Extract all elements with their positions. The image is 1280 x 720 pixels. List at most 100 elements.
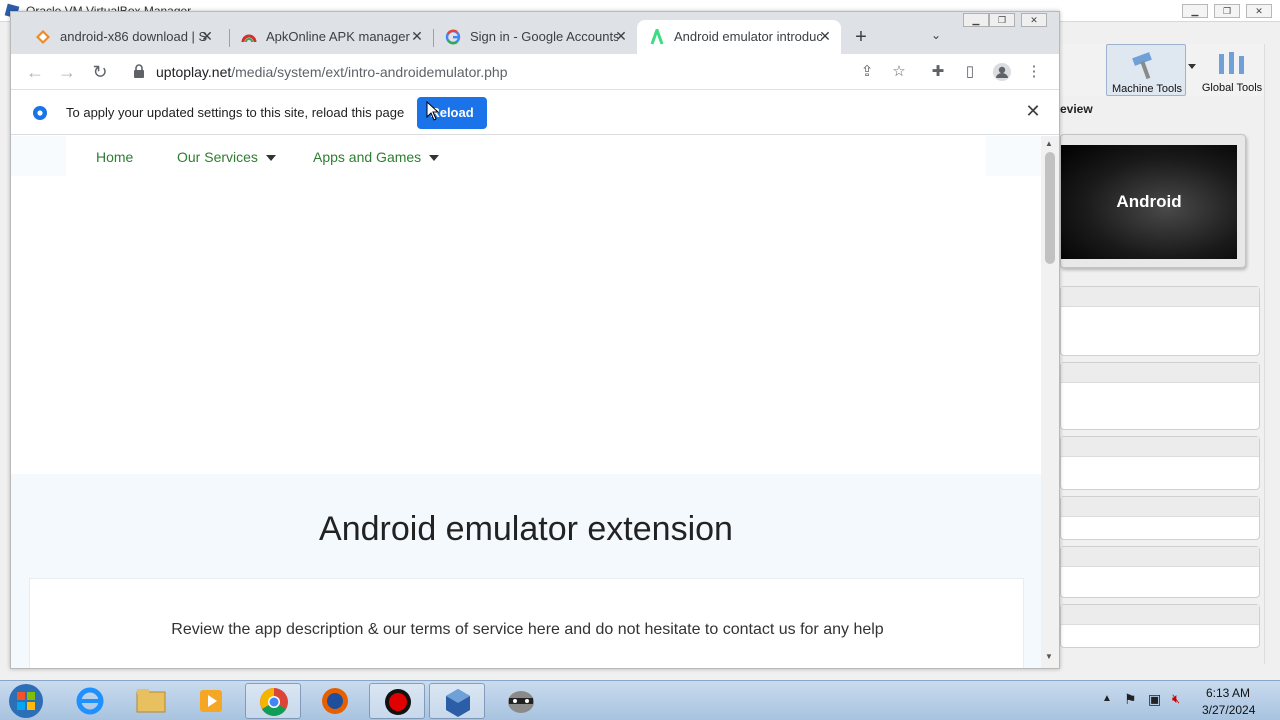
firefox-icon — [322, 688, 348, 714]
virtualbox-taskbar-button[interactable] — [429, 683, 485, 719]
machine-tools-button[interactable]: Machine Tools — [1106, 44, 1186, 96]
tab-search-chevron-icon[interactable]: ⌄ — [931, 28, 941, 42]
media-player-taskbar-button[interactable] — [183, 683, 239, 719]
tab-close-icon[interactable]: ✕ — [817, 28, 833, 45]
scroll-up-icon[interactable]: ▲ — [1045, 139, 1053, 148]
back-arrow-icon[interactable]: ← — [23, 60, 47, 84]
share-icon[interactable]: ⇪ — [857, 62, 877, 82]
side-panel-icon[interactable]: ▯ — [960, 62, 980, 82]
browser-tab[interactable]: android-x86 download | So ✕ — [23, 20, 223, 54]
tab-close-icon[interactable]: ✕ — [613, 28, 629, 45]
android-icon — [650, 29, 664, 45]
review-box: Review the app description & our terms o… — [29, 578, 1024, 668]
tab-title: Android emulator introduc — [674, 29, 822, 44]
vbox-detail-panel — [1060, 436, 1260, 490]
nav-link-our-services[interactable]: Our Services — [177, 149, 276, 165]
vbox-maximize-button[interactable]: ❐ — [1214, 4, 1240, 18]
profile-avatar-icon[interactable] — [992, 62, 1012, 82]
address-bar[interactable]: uptoplay.net/media/system/ext/intro-andr… — [123, 58, 906, 86]
infobar-message: To apply your updated settings to this s… — [66, 105, 405, 120]
record-icon — [385, 689, 411, 715]
nav-link-apps-and-games[interactable]: Apps and Games — [313, 149, 440, 165]
raccoon-app-taskbar-button[interactable] — [493, 683, 549, 719]
vbox-scrollbar[interactable] — [1264, 44, 1280, 664]
nav-link-label: Our Services — [177, 149, 258, 165]
vbox-close-button[interactable]: ✕ — [1246, 4, 1272, 18]
nav-link-home[interactable]: Home — [96, 149, 133, 165]
windows-logo-icon — [9, 684, 43, 718]
extensions-puzzle-icon[interactable]: ✚ — [928, 62, 948, 82]
scroll-down-icon[interactable]: ▼ — [1045, 652, 1053, 661]
infobar-close-icon[interactable]: ✕ — [1023, 101, 1043, 122]
bookmark-star-icon[interactable]: ☆ — [889, 62, 909, 82]
screen-recorder-taskbar-button[interactable] — [369, 683, 425, 719]
scrollbar-thumb[interactable] — [1045, 152, 1055, 264]
machine-tools-label: Machine Tools — [1111, 83, 1183, 95]
internet-explorer-taskbar-button[interactable] — [62, 683, 118, 719]
vbox-minimize-button[interactable]: ▁ — [1182, 4, 1208, 18]
virtualbox-icon — [446, 689, 470, 717]
site-navbar: Home Our Services Apps and Games — [11, 136, 1041, 176]
lock-icon — [134, 64, 144, 78]
page-title: Android emulator extension — [319, 510, 733, 548]
hammer-icon — [1132, 52, 1152, 80]
vbox-detail-panel — [1060, 546, 1260, 598]
site-navbar-inner: Home Our Services Apps and Games — [66, 136, 986, 176]
nav-link-label: Home — [96, 149, 134, 165]
dropdown-caret-icon — [429, 155, 440, 162]
page-scrollbar[interactable]: ▲ ▼ — [1041, 136, 1059, 668]
url-path: /media/system/ext/intro-androidemulator.… — [231, 64, 508, 80]
sourceforge-icon — [36, 30, 50, 44]
browser-toolbar: ← → ↻ uptoplay.net/media/system/ext/intr… — [11, 54, 1059, 90]
action-center-flag-icon[interactable]: ⚑ — [1124, 691, 1137, 708]
tray-expand-icon[interactable]: ▲ — [1102, 693, 1112, 704]
browser-tab-active[interactable]: Android emulator introduc ✕ — [637, 20, 841, 54]
mouse-cursor-icon — [426, 101, 440, 121]
chrome-minimize-button[interactable]: ▁ — [963, 13, 989, 27]
browser-tab[interactable]: ApkOnline APK manager fo ✕ — [229, 20, 433, 54]
network-icon[interactable]: ▣ — [1148, 691, 1161, 708]
vbox-detail-panel — [1060, 604, 1260, 648]
tab-close-icon[interactable]: ✕ — [199, 28, 215, 45]
browser-tab[interactable]: Sign in - Google Accounts ✕ — [433, 20, 637, 54]
tab-strip: ▁ ❐ ✕ android-x86 download | So ✕ ApkOnl… — [11, 12, 1059, 54]
folder-icon — [136, 689, 166, 713]
chrome-menu-icon[interactable]: ⋮ — [1024, 62, 1044, 82]
clock-date[interactable]: 3/27/2024 — [1202, 703, 1255, 717]
global-tools-button[interactable]: Global Tools — [1200, 44, 1264, 96]
panel-header — [1061, 363, 1259, 383]
volume-muted-icon[interactable]: 🔇︎ — [1172, 691, 1180, 707]
gear-icon — [33, 106, 47, 120]
chrome-taskbar-button[interactable] — [245, 683, 301, 719]
panel-header — [1061, 437, 1259, 457]
reload-icon[interactable]: ↻ — [88, 60, 112, 84]
clock-time[interactable]: 6:13 AM — [1206, 686, 1250, 700]
machine-tools-dropdown-icon[interactable] — [1188, 64, 1196, 69]
vbox-tools-toolbar: Machine Tools Global Tools ▶ — [1060, 44, 1280, 96]
google-icon — [445, 29, 461, 45]
forward-arrow-icon[interactable]: → — [55, 60, 79, 84]
new-tab-button[interactable]: + — [849, 26, 873, 49]
windows-start-button[interactable] — [6, 682, 46, 720]
chrome-window: ▁ ❐ ✕ android-x86 download | So ✕ ApkOnl… — [10, 11, 1060, 669]
raccoon-icon — [508, 691, 534, 713]
dropdown-caret-icon — [265, 155, 276, 162]
review-text: Review the app description & our terms o… — [171, 621, 884, 638]
file-explorer-taskbar-button[interactable] — [123, 683, 179, 719]
chrome-icon — [260, 688, 288, 716]
tab-title: Sign in - Google Accounts — [470, 29, 618, 44]
tab-close-icon[interactable]: ✕ — [409, 28, 425, 45]
vbox-preview-frame: Android — [1060, 134, 1246, 268]
vbox-detail-panel — [1060, 362, 1260, 430]
vbox-preview-header: eview — [1060, 102, 1260, 122]
panel-header — [1061, 287, 1259, 307]
settings-infobar: To apply your updated settings to this s… — [11, 91, 1059, 135]
vbox-detail-panel — [1060, 496, 1260, 540]
media-player-icon — [200, 690, 222, 712]
firefox-taskbar-button[interactable] — [307, 683, 363, 719]
global-tools-icon — [1219, 52, 1244, 74]
internet-explorer-icon — [76, 687, 104, 715]
page-viewport: Home Our Services Apps and Games Android… — [11, 136, 1041, 668]
chrome-close-button[interactable]: ✕ — [1021, 13, 1047, 27]
chrome-maximize-button[interactable]: ❐ — [989, 13, 1015, 27]
